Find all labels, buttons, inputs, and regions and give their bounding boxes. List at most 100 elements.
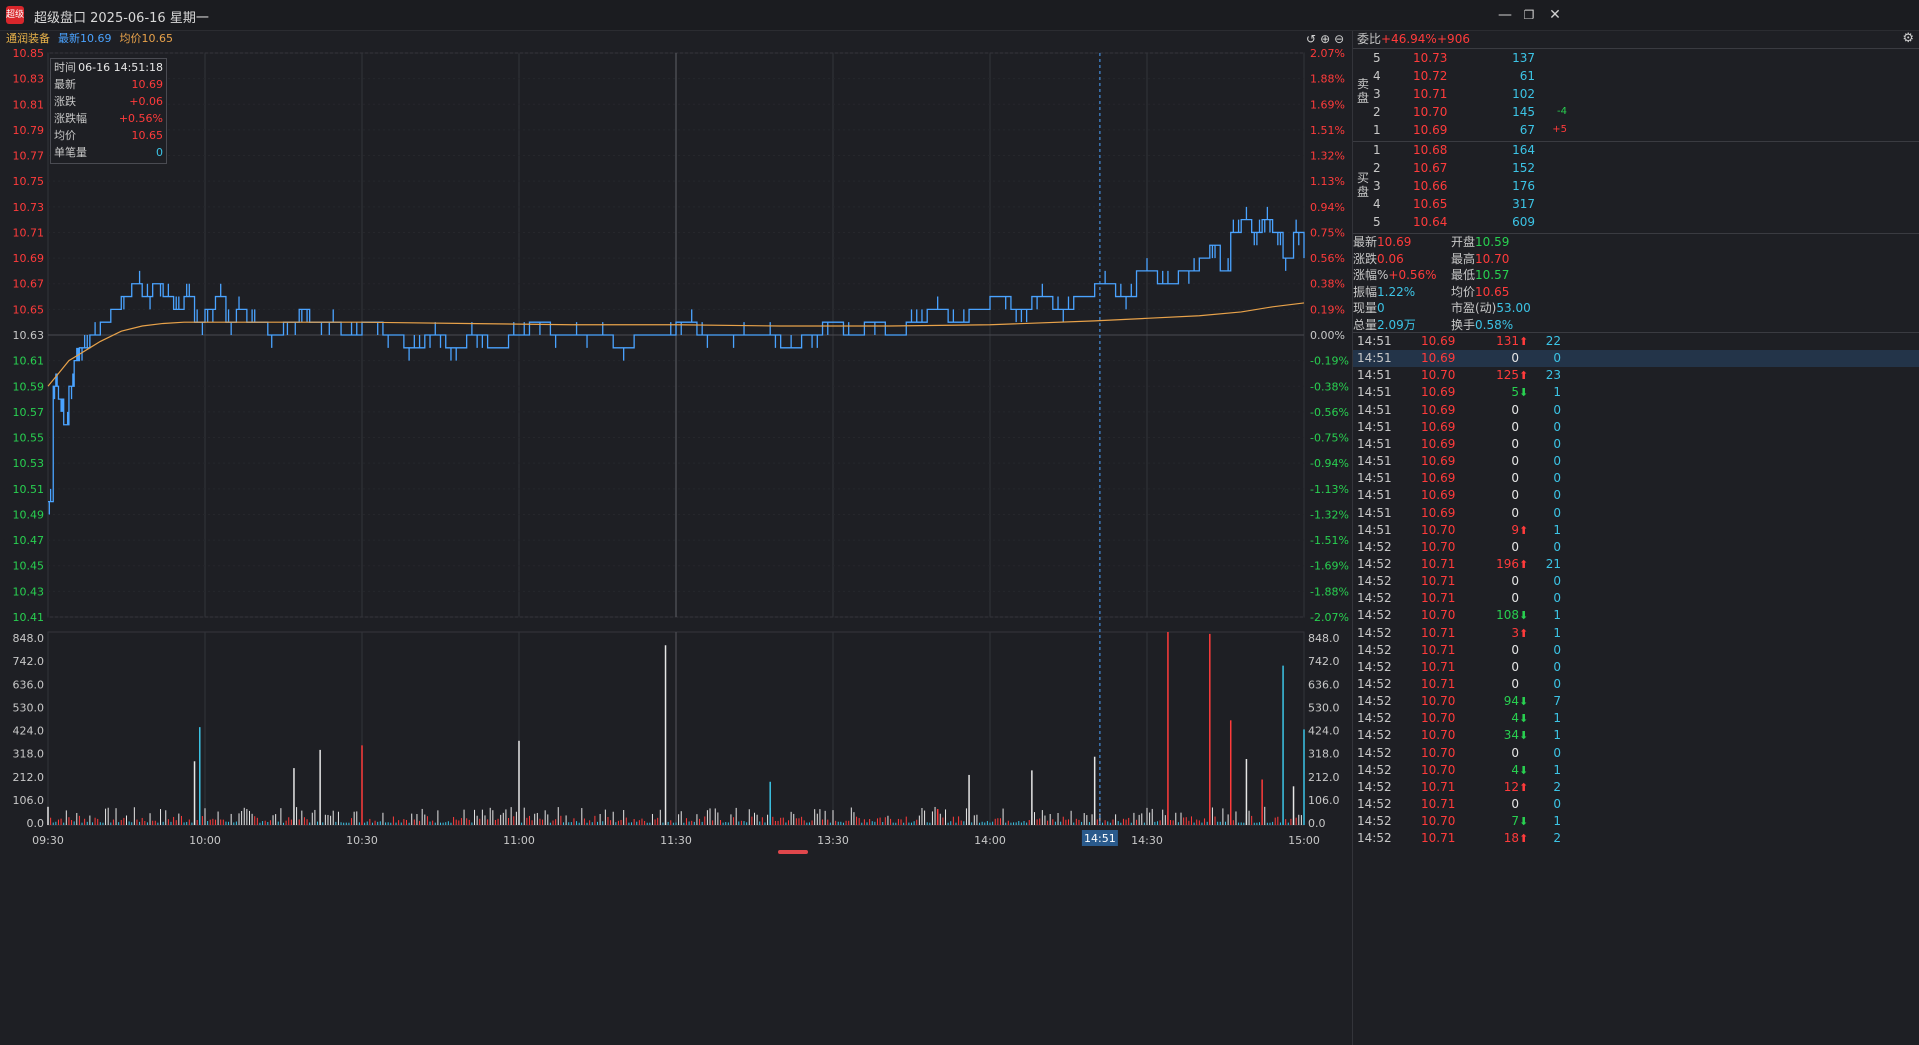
bid-price: 10.64 [1413,215,1448,229]
trade-volume: 0 [1511,402,1519,417]
trade-row[interactable]: 14:52 10.70 0 0 [1353,745,1919,762]
trade-row[interactable]: 14:51 10.69 0 0 [1353,419,1919,436]
restore-button[interactable]: ❐ [1518,5,1540,25]
volume-tick-label: 318.0 [13,748,45,761]
stat-value: 10.69 [1377,235,1412,249]
stat-item: 涨幅%+0.56% [1353,267,1437,283]
trade-row[interactable]: 14:52 10.71 3 ⬆ 1 [1353,625,1919,642]
scroll-indicator[interactable] [778,850,808,854]
trade-row[interactable]: 14:52 10.71 0 0 [1353,796,1919,813]
crosshair-tooltip: 时间 06-16 14:51:18 最新 10.69 涨跌 +0.06 涨跌幅 +0.56% 均… [50,58,167,164]
ask-level-2[interactable]: 2 10.70 145 -4 [1373,103,1919,121]
time-tick-label: 13:30 [817,834,849,847]
bid-level: 1 [1373,143,1381,157]
price-tick-label: 10.55 [13,432,45,445]
bid-level-5[interactable]: 5 10.64 609 [1373,213,1919,231]
close-button[interactable]: ✕ [1544,5,1566,25]
trade-row[interactable]: 14:51 10.69 5 ⬇ 1 [1353,384,1919,401]
time-tick-label: 10:00 [189,834,221,847]
trade-row[interactable]: 14:51 10.69 0 0 [1353,453,1919,470]
trade-volume: 5 [1511,385,1519,400]
stat-item: 市盈(动)53.00 [1451,300,1531,316]
trade-price: 10.71 [1421,659,1456,674]
trade-row[interactable]: 14:51 10.69 0 0 [1353,505,1919,522]
zoom-in-icon[interactable]: ⊕ [1320,32,1330,46]
trade-row[interactable]: 14:51 10.69 0 0 [1353,350,1919,368]
trade-time: 14:52 [1357,677,1392,691]
trade-volume: 0 [1511,454,1519,469]
stat-label: 均价 [1451,284,1476,299]
stat-value: 2.09万 [1377,317,1416,332]
trade-row[interactable]: 14:52 10.70 7 ⬇ 1 [1353,813,1919,830]
trade-volume: 7 [1511,814,1519,829]
trade-row[interactable]: 14:51 10.69 131 ⬆ 22 [1353,333,1919,350]
trade-price: 10.69 [1421,351,1456,366]
trade-row[interactable]: 14:52 10.71 0 0 [1353,573,1919,590]
trade-row[interactable]: 14:52 10.70 34 ⬇ 1 [1353,727,1919,744]
tooltip-row: 单笔量 0 [51,144,166,161]
minimize-button[interactable]: — [1494,5,1516,25]
tooltip-value: +0.06 [129,95,163,108]
trade-row[interactable]: 14:51 10.70 125 ⬆ 23 [1353,367,1919,384]
trade-count: 0 [1553,471,1561,486]
trade-row[interactable]: 14:51 10.69 0 0 [1353,487,1919,504]
trade-time: 14:52 [1357,711,1392,726]
trade-row[interactable]: 14:51 10.70 9 ⬆ 1 [1353,522,1919,539]
trade-row[interactable]: 14:51 10.69 0 0 [1353,402,1919,419]
bid-level-2[interactable]: 2 10.67 152 [1373,159,1919,177]
percent-tick-label: 1.88% [1310,73,1345,86]
trade-time: 14:52 [1357,642,1392,657]
trade-row[interactable]: 14:52 10.71 0 0 [1353,659,1919,676]
trade-row[interactable]: 14:52 10.71 0 0 [1353,642,1919,659]
trade-row[interactable]: 14:52 10.70 4 ⬇ 1 [1353,710,1919,727]
percent-tick-label: 0.75% [1310,226,1345,239]
trade-row[interactable]: 14:52 10.70 108 ⬇ 1 [1353,607,1919,624]
bid-volume: 152 [1512,161,1535,175]
trade-row[interactable]: 14:52 10.70 0 0 [1353,539,1919,556]
trade-time: 14:52 [1357,608,1392,623]
trade-price: 10.71 [1421,556,1456,571]
bid-level-3[interactable]: 3 10.66 176 [1373,177,1919,195]
undo-icon[interactable]: ↺ [1306,32,1316,46]
trade-row[interactable]: 14:52 10.70 94 ⬇ 7 [1353,693,1919,710]
trade-row[interactable]: 14:52 10.70 4 ⬇ 1 [1353,762,1919,779]
ask-volume: 61 [1519,69,1535,83]
stock-name[interactable]: 通润装备 [6,32,50,45]
trade-volume: 3 [1511,625,1519,640]
intraday-chart[interactable]: 09:30 10:00 10:30 11:00 11:30 13:30 14:00 14:30… [0,47,1352,852]
stat-label: 现量 [1353,301,1378,315]
price-tick-label: 10.59 [13,380,45,393]
price-tick-label: 10.85 [13,47,45,60]
trade-time: 14:52 [1357,556,1392,571]
ask-level-5[interactable]: 5 10.73 137 [1373,49,1919,67]
ask-level-1[interactable]: 1 10.69 67 +5 [1373,121,1919,139]
ask-price: 10.72 [1413,69,1448,83]
trade-time: 14:52 [1357,797,1392,812]
ask-level-3[interactable]: 3 10.71 102 [1373,85,1919,103]
stat-item: 均价10.65 [1451,284,1509,300]
trade-row[interactable]: 14:52 10.71 12 ⬆ 2 [1353,779,1919,796]
ask-level-4[interactable]: 4 10.72 61 [1373,67,1919,85]
trade-time: 14:51 [1357,419,1392,434]
trade-count: 0 [1553,505,1561,520]
weibi-value: +46.94% [1381,32,1437,46]
trade-row[interactable]: 14:51 10.69 0 0 [1353,436,1919,453]
stat-item: 振幅1.22% [1353,284,1415,300]
weicha-value: +906 [1437,32,1470,46]
trade-row[interactable]: 14:52 10.71 0 0 [1353,590,1919,607]
percent-tick-label: 0.38% [1310,278,1345,291]
zoom-out-icon[interactable]: ⊖ [1334,32,1344,46]
trade-row[interactable]: 14:52 10.71 18 ⬆ 2 [1353,830,1919,847]
trade-row[interactable]: 14:52 10.71 0 0 [1353,676,1919,693]
percent-tick-label: 2.07% [1310,47,1345,60]
trade-row[interactable]: 14:52 10.71 196 ⬆ 21 [1353,556,1919,573]
volume-tick-label: 212.0 [13,771,45,784]
trade-row[interactable]: 14:51 10.69 0 0 [1353,470,1919,487]
bid-level-1[interactable]: 1 10.68 164 [1373,141,1919,159]
weibi-row: 委比 +46.94% +906 ⚙ [1353,31,1919,47]
trade-price: 10.71 [1421,591,1456,606]
gear-icon[interactable]: ⚙ [1902,31,1914,47]
bid-level-4[interactable]: 4 10.65 317 [1373,195,1919,213]
trade-time: 14:51 [1357,402,1392,417]
trade-volume: 4 [1511,711,1519,726]
